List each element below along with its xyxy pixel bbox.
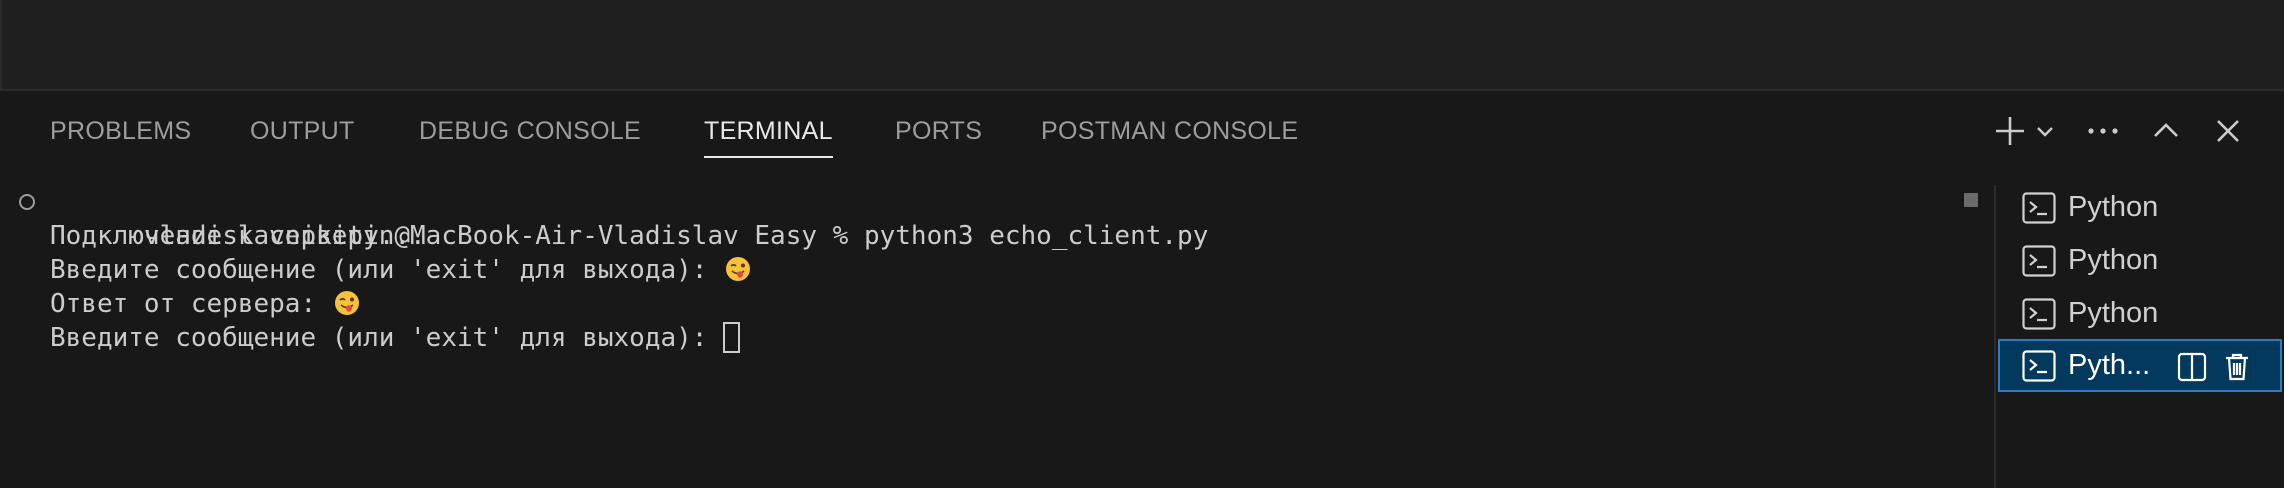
panel-tabbar: PROBLEMS OUTPUT DEBUG CONSOLE TERMINAL P… — [0, 91, 2284, 171]
winking-face-with-tongue-icon — [334, 291, 359, 315]
tab-ports[interactable]: PORTS — [895, 91, 982, 171]
terminal-icon — [2022, 349, 2056, 382]
tab-output[interactable]: OUTPUT — [250, 91, 355, 171]
tab-postman-console[interactable]: POSTMAN CONSOLE — [1041, 91, 1298, 171]
trash-icon[interactable] — [2220, 350, 2254, 384]
tab-problems[interactable]: PROBLEMS — [50, 91, 191, 171]
terminal-output[interactable]: vladislavnikitin@MacBook-Air-Vladislav E… — [0, 185, 1960, 488]
split-terminal-icon[interactable] — [2175, 350, 2209, 384]
command-status-icon[interactable] — [19, 194, 35, 210]
tab-debug-console[interactable]: DEBUG CONSOLE — [419, 91, 641, 171]
terminal-icon — [2022, 297, 2056, 330]
close-icon[interactable] — [2208, 111, 2248, 151]
editor-area — [0, 0, 2284, 89]
terminal-line: Введите сообщение (или 'exit' для выхода… — [50, 321, 741, 355]
plus-icon[interactable] — [1990, 111, 2030, 151]
tab-terminal[interactable]: TERMINAL — [704, 91, 833, 171]
winking-face-with-tongue-icon — [726, 257, 751, 281]
terminal-line: Подключение к серверу... — [50, 221, 426, 251]
scrollbar-thumb[interactable] — [1964, 193, 1978, 207]
terminal-cursor — [723, 322, 741, 353]
terminal-list-item-selected[interactable]: Pyth... — [1998, 339, 2282, 392]
terminal-list-item[interactable]: Python — [1998, 287, 2282, 340]
terminal-line: Введите сообщение (или 'exit' для выхода… — [50, 253, 751, 287]
terminal-line: Ответ от сервера: — [50, 287, 360, 321]
terminal-list-item[interactable]: Python — [1998, 181, 2282, 234]
more-icon[interactable] — [2083, 111, 2123, 151]
bottom-panel: PROBLEMS OUTPUT DEBUG CONSOLE TERMINAL P… — [0, 89, 2284, 488]
chevron-down-icon[interactable] — [2030, 111, 2060, 151]
chevron-up-icon[interactable] — [2146, 111, 2186, 151]
terminal-list: Python Python Python Pyth... — [1998, 171, 2284, 488]
terminal-list-item[interactable]: Python — [1998, 234, 2282, 287]
terminal-icon — [2022, 191, 2056, 224]
terminal-scrollbar[interactable] — [1960, 185, 1996, 488]
terminal-line: vladislavnikitin@MacBook-Air-Vladislav E… — [19, 185, 1208, 251]
terminal-icon — [2022, 244, 2056, 277]
